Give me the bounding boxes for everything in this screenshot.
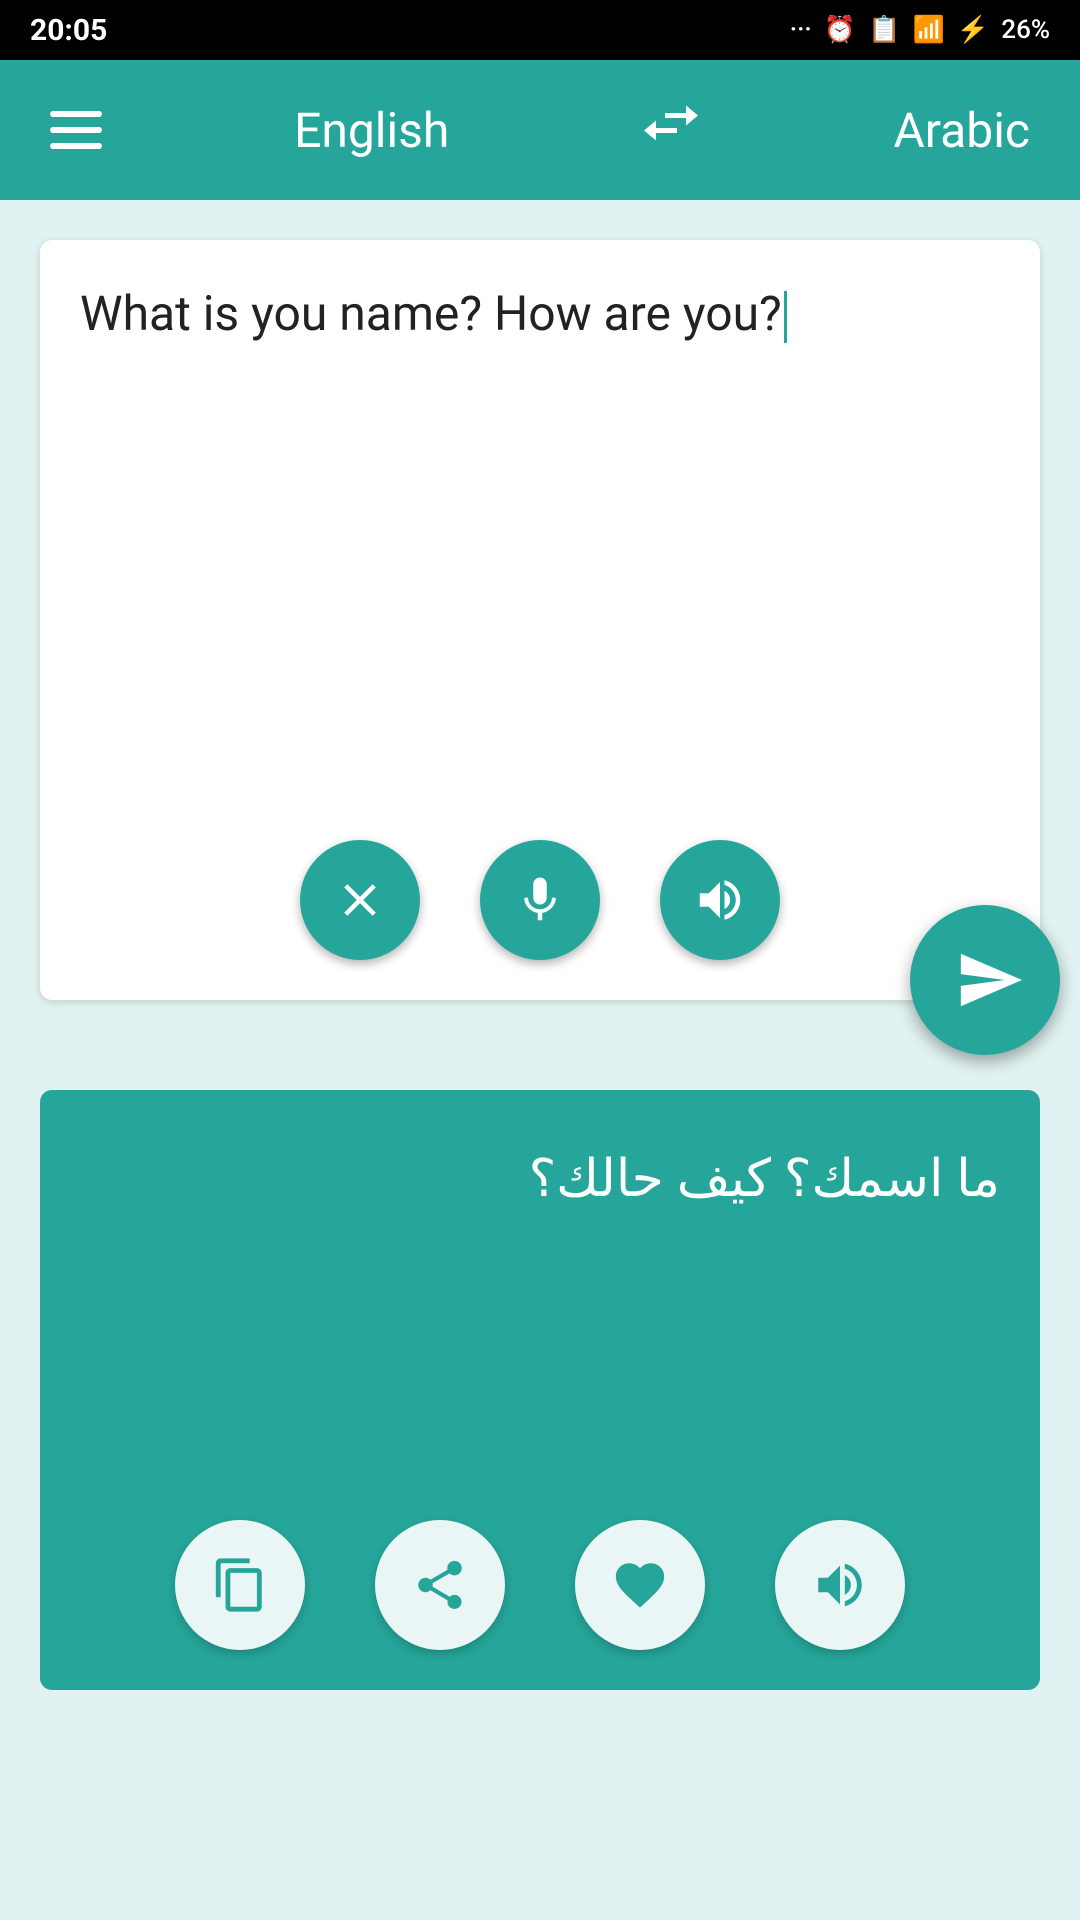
signal-icon: 📶	[913, 15, 945, 45]
charging-icon: ⚡	[957, 15, 989, 45]
menu-button[interactable]	[50, 111, 102, 149]
output-section: ما اسمك؟ كيف حالك؟	[40, 1090, 1040, 1690]
text-cursor	[784, 291, 787, 343]
translate-button[interactable]	[910, 905, 1060, 1055]
sim-icon: 📋	[868, 15, 900, 45]
copy-button[interactable]	[175, 1520, 305, 1650]
status-bar: 20:05 ··· ⏰ 📋 📶 ⚡ 26%	[0, 0, 1080, 60]
input-action-buttons	[80, 840, 1000, 960]
alarm-icon: ⏰	[824, 15, 856, 45]
input-section: What is you name? How are you?	[40, 240, 1040, 1000]
battery-level: 26%	[1001, 15, 1050, 45]
main-content: What is you name? How are you?	[0, 200, 1080, 1920]
status-icons: ··· ⏰ 📋 📶 ⚡ 26%	[790, 15, 1050, 45]
output-action-buttons	[80, 1520, 1000, 1650]
translated-text-display: ما اسمك؟ كيف حالك؟	[80, 1140, 1000, 1218]
speak-input-button[interactable]	[660, 840, 780, 960]
target-language[interactable]: Arabic	[893, 102, 1030, 159]
status-time: 20:05	[30, 13, 107, 48]
more-icon: ···	[790, 15, 812, 45]
share-button[interactable]	[375, 1520, 505, 1650]
input-text-display[interactable]: What is you name? How are you?	[80, 280, 1000, 810]
clear-button[interactable]	[300, 840, 420, 960]
microphone-button[interactable]	[480, 840, 600, 960]
swap-languages-button[interactable]	[635, 93, 707, 167]
top-nav: English Arabic	[0, 60, 1080, 200]
speak-output-button[interactable]	[775, 1520, 905, 1650]
favorite-button[interactable]	[575, 1520, 705, 1650]
source-language[interactable]: English	[294, 102, 449, 159]
